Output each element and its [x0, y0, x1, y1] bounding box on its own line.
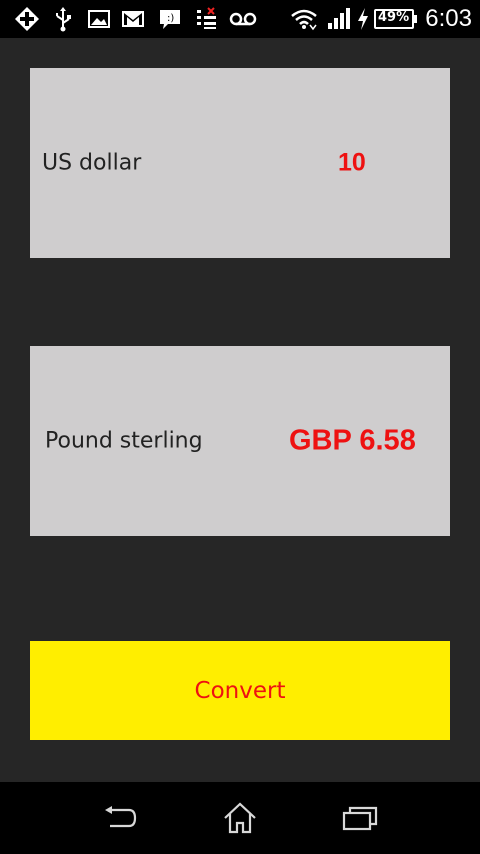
svg-text::): :)	[167, 13, 174, 24]
result-currency-panel[interactable]: Pound sterling GBP 6.58	[30, 346, 450, 536]
image-icon	[88, 6, 110, 32]
missed-call-icon	[195, 6, 219, 32]
medical-cross-icon	[14, 6, 40, 32]
source-currency-label: US dollar	[42, 150, 142, 176]
source-amount-field[interactable]: 10	[338, 149, 366, 178]
wifi-icon	[290, 6, 318, 32]
source-currency-panel[interactable]: US dollar 10	[30, 68, 450, 258]
home-icon[interactable]	[220, 800, 260, 836]
result-currency-label: Pound sterling	[45, 428, 203, 454]
voicemail-icon	[229, 6, 257, 32]
result-amount: GBP 6.58	[289, 424, 416, 457]
sms-icon: :)	[158, 6, 182, 32]
status-bar: :) 49% 6:03	[0, 0, 480, 38]
recents-icon[interactable]	[340, 800, 380, 836]
convert-button[interactable]: Convert	[30, 641, 450, 740]
converter-screen: US dollar 10 Pound sterling GBP 6.58 Con…	[0, 38, 480, 782]
signal-icon	[326, 6, 352, 32]
usb-icon	[53, 6, 73, 32]
battery-icon: 49%	[374, 6, 418, 32]
gmail-icon	[121, 6, 145, 32]
battery-percent: 49%	[378, 10, 410, 25]
navigation-bar	[0, 782, 480, 854]
charging-icon	[356, 6, 370, 32]
status-time: 6:03	[425, 5, 472, 32]
back-icon[interactable]	[100, 800, 140, 836]
